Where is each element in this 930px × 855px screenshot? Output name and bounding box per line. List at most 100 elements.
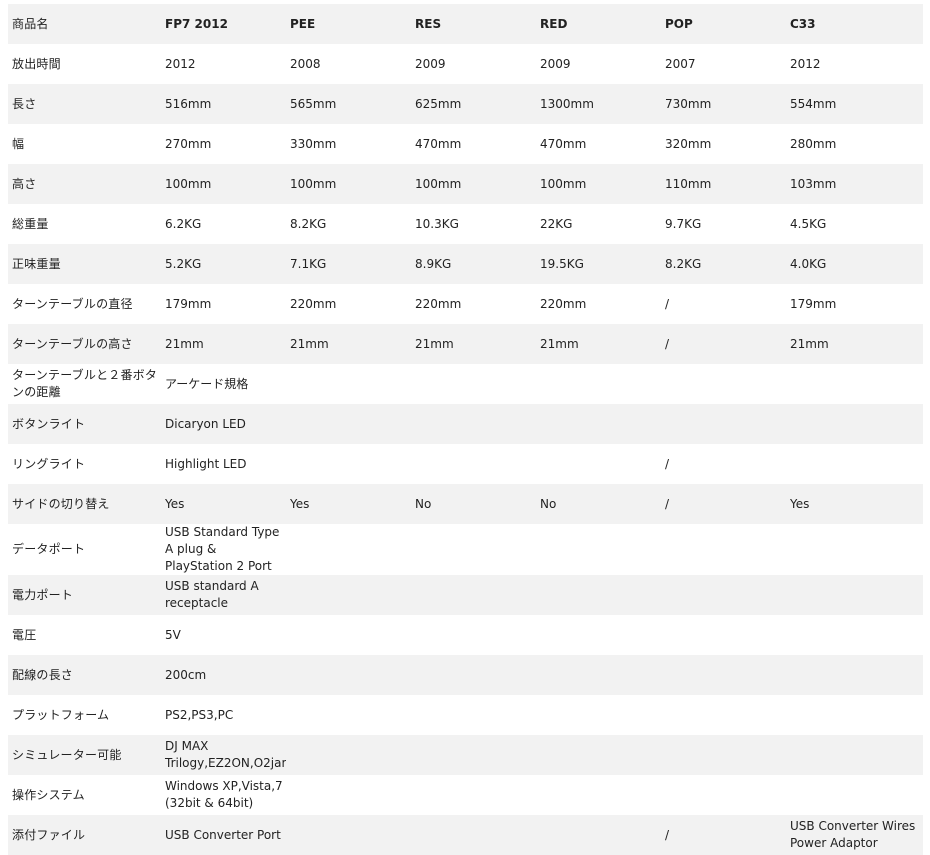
product-name: RES	[411, 4, 536, 44]
table-cell: 8.9KG	[411, 244, 536, 284]
table-cell	[536, 524, 661, 575]
table-cell: 220mm	[411, 284, 536, 324]
table-cell: 21mm	[286, 324, 411, 364]
table-row: 高さ 100mm 100mm 100mm 100mm 110mm 103mm	[8, 164, 923, 204]
table-cell	[286, 404, 411, 444]
table-cell: 179mm	[786, 284, 923, 324]
table-cell	[786, 735, 923, 775]
table-cell: 19.5KG	[536, 244, 661, 284]
table-cell: 2008	[286, 44, 411, 84]
row-label: 幅	[8, 124, 161, 164]
row-label: ターンテーブルの直径	[8, 284, 161, 324]
table-cell: 470mm	[411, 124, 536, 164]
row-label: 正味重量	[8, 244, 161, 284]
table-cell: 10.3KG	[411, 204, 536, 244]
table-cell: USB Converter Wires Power Adaptor	[786, 815, 923, 855]
table-cell: Windows XP,Vista,7 (32bit & 64bit)	[161, 775, 286, 815]
table-cell	[411, 815, 536, 855]
table-cell: No	[536, 484, 661, 524]
table-cell: PS2,PS3,PC	[161, 695, 286, 735]
table-cell: 100mm	[286, 164, 411, 204]
table-cell: Dicaryon LED	[161, 404, 286, 444]
table-header-row: 商品名 FP7 2012 PEE RES RED POP C33	[8, 4, 923, 44]
table-cell	[536, 695, 661, 735]
table-cell: USB Converter Port	[161, 815, 286, 855]
table-cell: 6.2KG	[161, 204, 286, 244]
table-row: プラットフォーム PS2,PS3,PC	[8, 695, 923, 735]
table-cell	[286, 735, 411, 775]
table-cell	[661, 404, 786, 444]
table-row: 長さ 516mm 565mm 625mm 1300mm 730mm 554mm	[8, 84, 923, 124]
table-cell	[786, 695, 923, 735]
table-cell	[536, 404, 661, 444]
table-cell: /	[661, 484, 786, 524]
table-cell: 5V	[161, 615, 286, 655]
table-cell	[536, 655, 661, 695]
table-cell: 220mm	[536, 284, 661, 324]
table-cell: USB Standard Type A plug & PlayStation 2…	[161, 524, 286, 575]
table-row: 電圧 5V	[8, 615, 923, 655]
table-cell: /	[661, 324, 786, 364]
table-cell	[536, 364, 661, 404]
table-row: ターンテーブルの直径 179mm 220mm 220mm 220mm/179mm	[8, 284, 923, 324]
table-cell: 4.0KG	[786, 244, 923, 284]
table-cell: Yes	[286, 484, 411, 524]
table-cell: 7.1KG	[286, 244, 411, 284]
table-cell: 4.5KG	[786, 204, 923, 244]
table-cell	[661, 775, 786, 815]
product-name: C33	[786, 4, 923, 44]
table-cell	[661, 735, 786, 775]
table-cell: 270mm	[161, 124, 286, 164]
table-cell	[661, 575, 786, 615]
table-row: ボタンライト Dicaryon LED	[8, 404, 923, 444]
table-cell: /	[661, 815, 786, 855]
table-cell: 100mm	[536, 164, 661, 204]
table-cell: 21mm	[411, 324, 536, 364]
table-cell: Yes	[161, 484, 286, 524]
table-cell: 5.2KG	[161, 244, 286, 284]
table-cell	[786, 775, 923, 815]
table-cell	[536, 815, 661, 855]
table-cell	[786, 655, 923, 695]
table-cell	[786, 524, 923, 575]
row-label: 放出時間	[8, 44, 161, 84]
table-cell: 516mm	[161, 84, 286, 124]
row-label: ターンテーブルと２番ボタンの距離	[8, 364, 161, 404]
row-label: リングライト	[8, 444, 161, 484]
table-cell	[286, 775, 411, 815]
table-row: サイドの切り替え Yes Yes No No / Yes	[8, 484, 923, 524]
table-cell: 2009	[411, 44, 536, 84]
table-cell	[286, 524, 411, 575]
row-label: データポート	[8, 524, 161, 575]
table-cell: 2012	[161, 44, 286, 84]
row-label: ターンテーブルの高さ	[8, 324, 161, 364]
table-cell	[786, 444, 923, 484]
table-cell	[661, 615, 786, 655]
table-cell	[286, 615, 411, 655]
table-cell	[411, 695, 536, 735]
table-cell: 100mm	[161, 164, 286, 204]
table-cell	[786, 615, 923, 655]
table-cell	[786, 404, 923, 444]
header-label: 商品名	[8, 4, 161, 44]
table-cell: 470mm	[536, 124, 661, 164]
table-cell	[536, 575, 661, 615]
table-row: 正味重量 5.2KG 7.1KG 8.9KG 19.5KG 8.2KG 4.0KG	[8, 244, 923, 284]
table-cell	[411, 364, 536, 404]
table-cell: 22KG	[536, 204, 661, 244]
row-label: 電圧	[8, 615, 161, 655]
table-cell: 565mm	[286, 84, 411, 124]
table-cell: 200cm	[161, 655, 286, 695]
table-row: 放出時間 2012 2008 2009 2009 2007 2012	[8, 44, 923, 84]
row-label: 総重量	[8, 204, 161, 244]
table-cell	[411, 524, 536, 575]
table-cell	[411, 444, 536, 484]
table-cell	[536, 775, 661, 815]
table-cell	[786, 364, 923, 404]
table-cell: Yes	[786, 484, 923, 524]
table-cell	[286, 655, 411, 695]
table-cell	[536, 444, 661, 484]
table-cell: 110mm	[661, 164, 786, 204]
table-cell	[411, 775, 536, 815]
table-row: 配線の長さ 200cm	[8, 655, 923, 695]
